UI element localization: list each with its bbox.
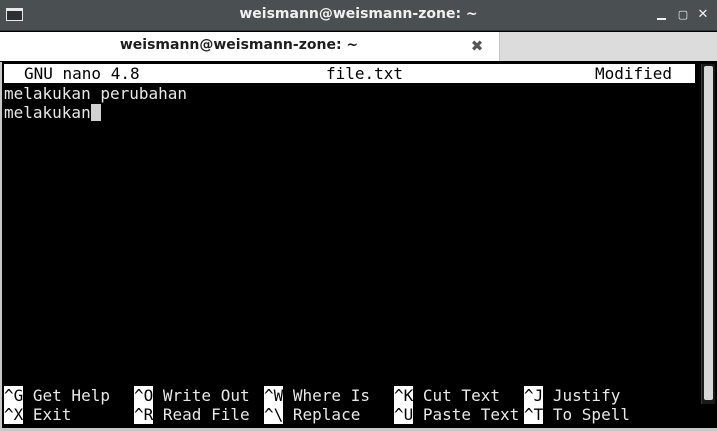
shortcut-key: ^R [134,405,154,424]
nano-version: GNU nano 4.8 [24,64,140,83]
shortcut-replace: ^\ Replace [264,405,360,424]
shortcut-where-is: ^W Where Is [264,386,370,405]
nano-shortcut-bar: ^G Get Help ^O Write Out ^W Where Is ^K … [4,386,704,426]
shortcut-key: ^\ [264,405,284,424]
shortcut-label: To Spell [543,405,630,424]
buffer-line[interactable]: melakukan perubahan [4,84,187,103]
tab-label: weismann@weismann-zone: ~ [119,37,359,53]
shortcut-label: Get Help [23,386,110,405]
shortcut-to-spell: ^T To Spell [524,405,630,424]
scrollbar-thumb[interactable] [704,66,713,400]
shortcut-justify: ^J Justify [524,386,620,405]
minimize-icon [657,18,666,20]
shortcut-key: ^X [4,405,24,424]
nano-modified-status: Modified [595,64,673,83]
buffer-line-text: melakukan [4,103,91,122]
tab-close-icon[interactable]: ✖ [468,37,486,55]
shortcut-label: Exit [23,405,72,424]
shortcut-key: ^J [524,386,544,405]
terminal-area[interactable]: GNU nano 4.8 file.txt Modified melakukan… [0,62,717,431]
window-title: weismann@weismann-zone: ~ [239,6,478,22]
minimize-button[interactable] [653,6,671,24]
shortcut-label: Write Out [153,386,250,405]
shortcut-paste-text: ^U Paste Text [394,405,519,424]
close-window-button[interactable]: ✕ [694,6,712,24]
shortcut-key: ^T [524,405,544,424]
shortcut-cut-text: ^K Cut Text [394,386,500,405]
shortcut-key: ^G [4,386,24,405]
shortcut-label: Justify [543,386,621,405]
buffer-line[interactable]: melakukan [4,103,101,122]
shortcut-read-file: ^R Read File [134,405,250,424]
text-cursor [90,104,101,121]
shortcut-key: ^W [264,386,284,405]
terminal-scrollbar[interactable] [701,64,715,404]
maximize-button[interactable]: ▢ [674,6,692,24]
shortcut-key: ^O [134,386,154,405]
shortcut-key: ^K [394,386,414,405]
shortcut-label: Read File [153,405,250,424]
shortcut-label: Cut Text [413,386,500,405]
shortcut-label: Paste Text [413,405,520,424]
nano-filename: file.txt [326,64,404,83]
window-titlebar[interactable]: weismann@weismann-zone: ~ ▢ ✕ [0,0,717,31]
tab-terminal[interactable]: weismann@weismann-zone: ~ ✖ [0,32,500,61]
shortcut-key: ^U [394,405,414,424]
shortcut-exit: ^X Exit [4,405,71,424]
nano-header-bar: GNU nano 4.8 file.txt Modified [4,64,695,83]
shortcut-write-out: ^O Write Out [134,386,250,405]
tab-bar: weismann@weismann-zone: ~ ✖ [0,32,717,61]
shortcut-get-help: ^G Get Help [4,386,110,405]
shortcut-label: Replace [283,405,361,424]
shortcut-label: Where Is [283,386,370,405]
